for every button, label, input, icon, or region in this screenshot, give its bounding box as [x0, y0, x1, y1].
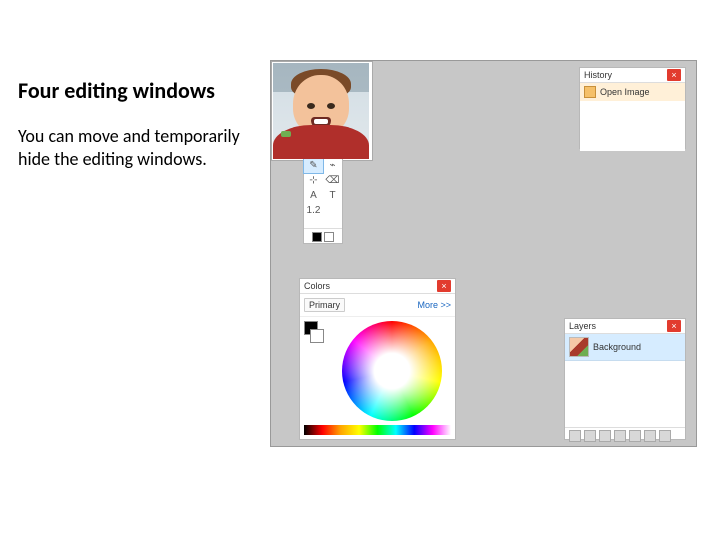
slide-body: You can move and temporarily hide the ed…: [18, 125, 248, 171]
colors-toolbar: Primary More >>: [300, 294, 455, 317]
colors-window[interactable]: Colors × Primary More >>: [299, 278, 456, 440]
move-up-icon[interactable]: [629, 430, 641, 442]
eraser-tool-icon[interactable]: ⌫: [323, 173, 342, 188]
close-icon[interactable]: ×: [667, 69, 681, 81]
duplicate-layer-icon[interactable]: [599, 430, 611, 442]
slide-text: Four editing windows You can move and te…: [18, 78, 248, 171]
layer-name: Background: [593, 342, 641, 352]
editor-canvas-area: T… × ▭ ➶ ⬚ ✦ ◌ ✥ ⬍ ⤢ 🪣 ⇆ ✎ ⌁ ⊹ ⌫ A T 1.2: [270, 60, 697, 447]
add-layer-icon[interactable]: [569, 430, 581, 442]
history-entry[interactable]: Open Image: [580, 83, 685, 101]
color-wheel[interactable]: [342, 321, 442, 421]
shapes-tool-icon[interactable]: T: [323, 188, 342, 203]
active-color-swatches[interactable]: [300, 317, 328, 343]
empty-tool-slot: [323, 203, 342, 218]
merge-layer-icon[interactable]: [614, 430, 626, 442]
image-window[interactable]: [271, 61, 373, 161]
close-icon[interactable]: ×: [667, 320, 681, 332]
image-canvas[interactable]: [273, 63, 369, 159]
open-image-icon: [584, 86, 596, 98]
clone-stamp-tool-icon[interactable]: ⊹: [304, 173, 323, 188]
history-title: History: [584, 68, 612, 82]
layers-titlebar[interactable]: Layers ×: [565, 319, 685, 334]
properties-icon[interactable]: [659, 430, 671, 442]
more-button[interactable]: More >>: [417, 300, 451, 310]
slide: Four editing windows You can move and te…: [0, 0, 720, 540]
history-entry-label: Open Image: [600, 87, 650, 97]
tools-color-swatches[interactable]: [304, 228, 342, 245]
layers-window[interactable]: Layers × Background: [564, 318, 686, 440]
layers-footer: [565, 427, 685, 444]
history-titlebar[interactable]: History ×: [580, 68, 685, 83]
history-body: [580, 101, 685, 151]
background-swatch[interactable]: [324, 232, 334, 242]
slide-heading: Four editing windows: [18, 78, 248, 103]
background-swatch[interactable]: [310, 329, 324, 343]
layer-thumbnail: [569, 337, 589, 357]
history-window[interactable]: History × Open Image: [579, 67, 686, 149]
brush-tool-icon[interactable]: ⌁: [323, 158, 342, 173]
colors-title: Colors: [304, 279, 330, 293]
layer-row[interactable]: Background: [565, 334, 685, 361]
foreground-swatch[interactable]: [312, 232, 322, 242]
colors-titlebar[interactable]: Colors ×: [300, 279, 455, 294]
close-icon[interactable]: ×: [437, 280, 451, 292]
line-tool-icon[interactable]: 1.2: [304, 203, 323, 218]
pencil-tool-icon[interactable]: ✎: [304, 158, 323, 173]
text-tool-icon[interactable]: A: [304, 188, 323, 203]
delete-layer-icon[interactable]: [584, 430, 596, 442]
color-ramp[interactable]: [304, 425, 451, 435]
color-mode-dropdown[interactable]: Primary: [304, 298, 345, 312]
layers-body: [565, 361, 685, 427]
layers-title: Layers: [569, 319, 596, 333]
move-down-icon[interactable]: [644, 430, 656, 442]
